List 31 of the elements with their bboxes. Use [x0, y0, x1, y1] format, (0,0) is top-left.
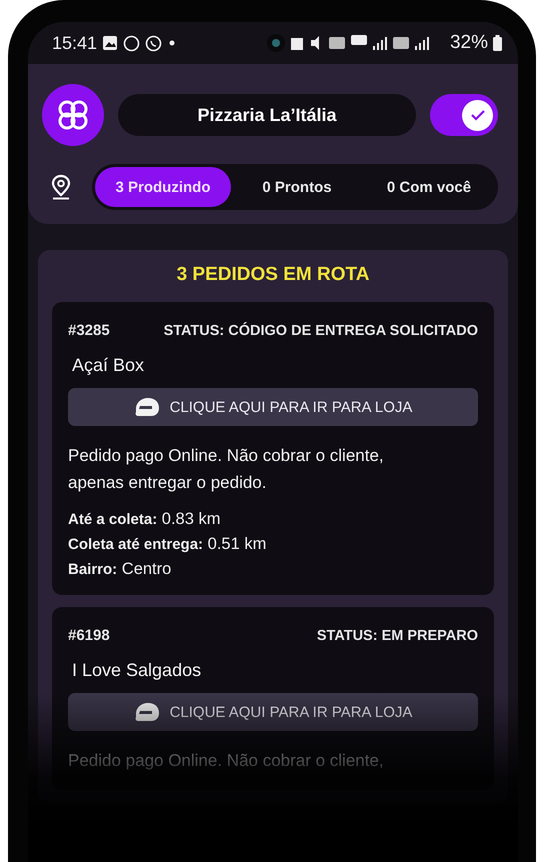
order-number: #3285	[68, 322, 110, 339]
filter-tab[interactable]: 0 Prontos	[231, 167, 363, 207]
battery-percent: 32%	[450, 32, 488, 54]
store-title: Açaí Box	[72, 355, 146, 376]
go-to-store-button[interactable]: CLIQUE AQUI PARA IR PARA LOJA	[68, 388, 478, 426]
order-note: Pedido pago Online. Não cobrar o cliente,	[68, 750, 385, 772]
detail-line: Bairro: Centro	[68, 560, 172, 579]
status-time: 15:41	[52, 32, 98, 54]
panel-title: 3 PEDIDOS EM ROTA	[176, 264, 370, 286]
go-to-store-button[interactable]: CLIQUE AQUI PARA IR PARA LOJA	[68, 693, 478, 731]
store-name: Pizzaria La’Itália	[118, 94, 416, 136]
gallery-icon	[102, 35, 118, 51]
order-status: STATUS: CÓDIGO DE ENTREGA SOLICITADO	[164, 322, 478, 338]
detail-line: Até a coleta: 0.83 km	[68, 510, 222, 529]
detail-line: Coleta até entrega: 0.51 km	[68, 535, 268, 554]
filter-tab[interactable]: 3 Produzindo	[95, 167, 231, 207]
store-title: I Love Salgados	[72, 660, 202, 681]
order-note: Pedido pago Online. Não cobrar o cliente, apenas entregar o pedido.	[68, 445, 385, 494]
dot-icon	[167, 38, 178, 48]
filter-tab[interactable]: 0 Com você	[363, 167, 495, 207]
chat-icon	[123, 34, 140, 52]
camera-icon	[266, 33, 286, 53]
helmet-icon	[134, 702, 160, 722]
order-number: #6198	[68, 627, 110, 644]
battery-icon	[493, 35, 502, 51]
chat-icon	[145, 34, 162, 52]
helmet-icon	[134, 397, 160, 417]
check-icon	[470, 109, 486, 121]
online-toggle[interactable]	[430, 94, 498, 136]
location-pin-icon[interactable]	[50, 174, 72, 200]
order-status: STATUS: EM PREPARO	[316, 628, 478, 644]
